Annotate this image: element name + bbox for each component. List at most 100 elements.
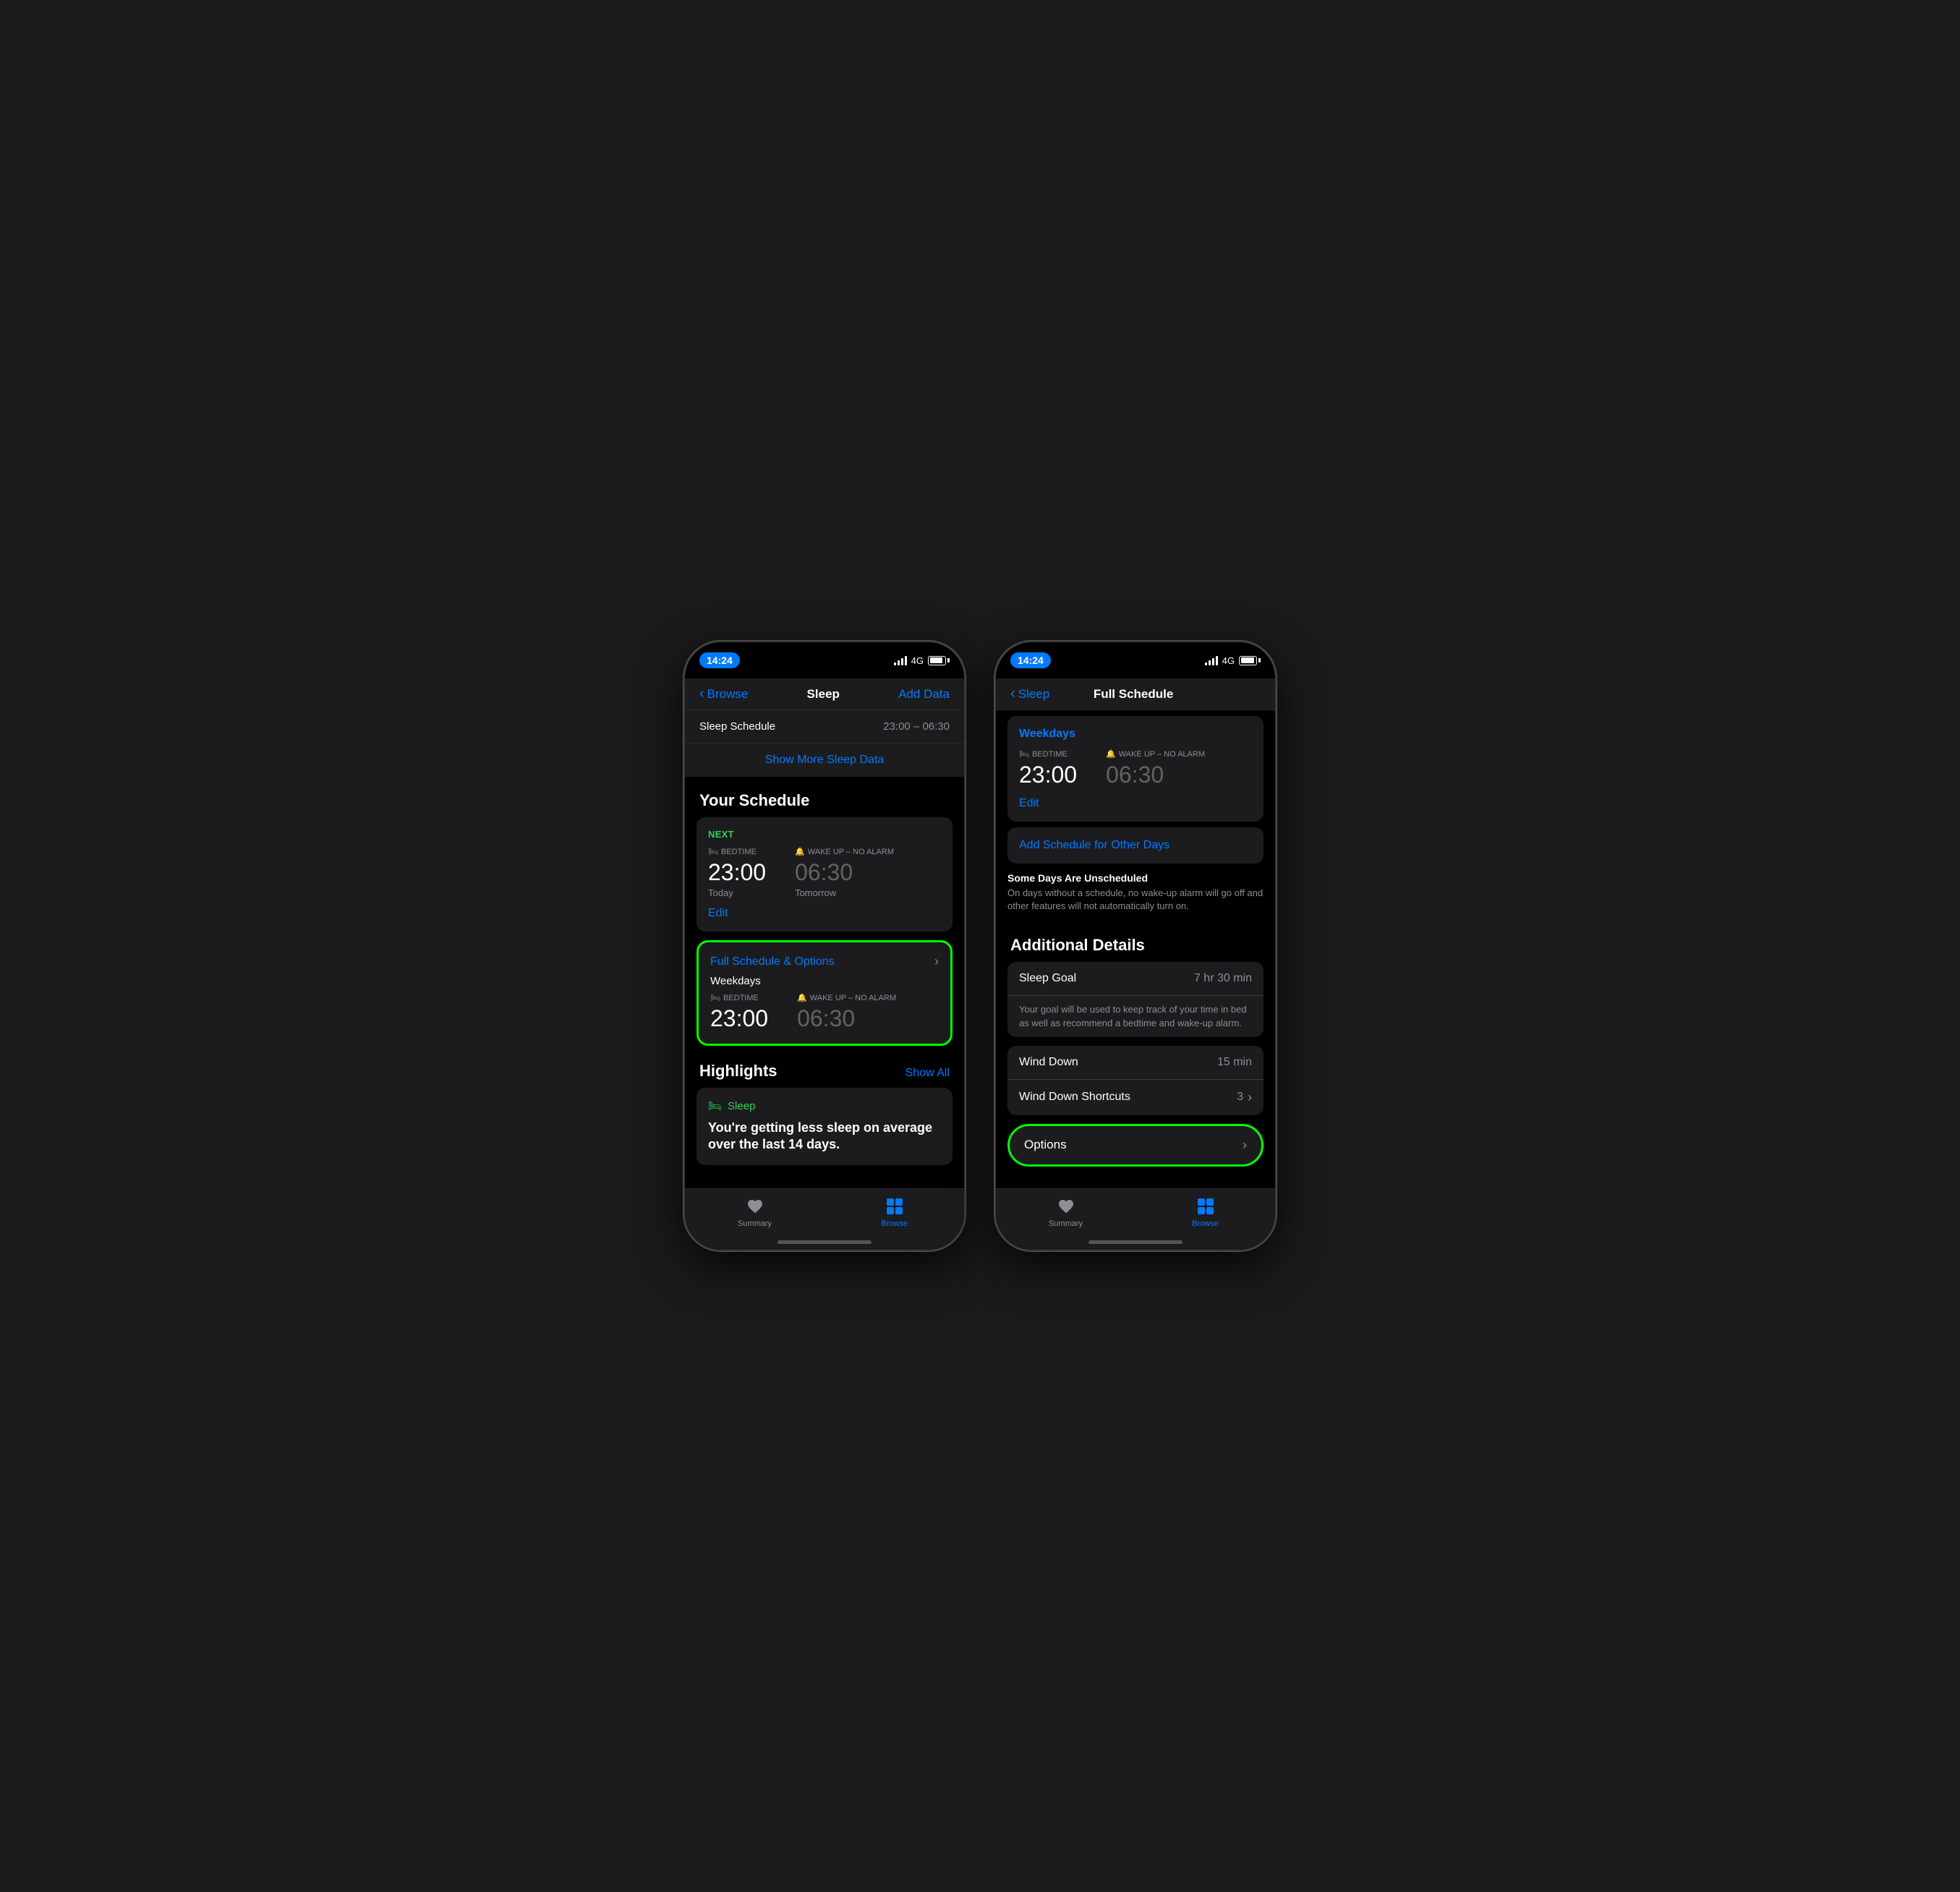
- right-edit-button[interactable]: Edit: [1019, 797, 1252, 810]
- full-alarm-icon: 🔔: [797, 993, 807, 1002]
- next-schedule-card: Next 🛏 BEDTIME 23:00 Today: [696, 817, 953, 932]
- sleep-card-bed-icon: 🛏: [708, 1099, 722, 1112]
- show-more-button[interactable]: Show More Sleep Data: [685, 743, 964, 777]
- right-alarm-icon: 🔔: [1106, 749, 1116, 759]
- wind-down-item[interactable]: Wind Down 15 min: [1007, 1046, 1264, 1080]
- bedtime-day: Today: [708, 887, 766, 898]
- shortcuts-chevron-icon: ›: [1248, 1090, 1252, 1105]
- sleep-icon-label: 🛏 Sleep: [708, 1099, 941, 1112]
- right-schedule-row: 🛏 BEDTIME 23:00 🔔 WAKE UP – NO ALARM: [1019, 749, 1252, 788]
- full-bedtime-sublabel: 🛏 BEDTIME: [710, 993, 768, 1002]
- left-nav-bar: ‹ Browse Sleep Add Data: [685, 678, 964, 710]
- full-wakeup-value: 06:30: [797, 1005, 896, 1032]
- notch: [770, 642, 879, 664]
- right-network: 4G: [1222, 655, 1235, 666]
- right-back-button[interactable]: ‹ Sleep: [1010, 686, 1049, 702]
- sleep-goal-group: Sleep Goal 7 hr 30 min Your goal will be…: [1007, 962, 1264, 1036]
- heart-icon: [745, 1196, 765, 1216]
- back-chevron-icon: ‹: [699, 686, 704, 702]
- schedule-times-row: 🛏 BEDTIME 23:00 Today 🔔 WAKE UP – NO ALA…: [708, 847, 941, 898]
- left-browse-tab[interactable]: Browse: [825, 1196, 964, 1228]
- options-chevron-icon: ›: [1243, 1138, 1247, 1153]
- sleep-goal-value: 7 hr 30 min: [1194, 972, 1252, 985]
- wind-down-value: 15 min: [1217, 1056, 1252, 1069]
- right-phone: 14:24 4G: [994, 641, 1277, 1251]
- full-schedule-times: 🛏 BEDTIME 23:00 🔔 WAKE UP – NO ALARM: [710, 993, 939, 1032]
- bedtime-sublabel: 🛏 BEDTIME: [708, 847, 766, 856]
- right-back-label: Sleep: [1018, 687, 1049, 702]
- add-schedule-label: Add Schedule for Other Days: [1019, 839, 1169, 852]
- right-browse-icon: [1196, 1196, 1216, 1216]
- full-bedtime-col: 🛏 BEDTIME 23:00: [710, 993, 768, 1032]
- weekdays-title: Weekdays: [1019, 728, 1252, 741]
- battery-tip: [947, 658, 950, 662]
- wakeup-col: 🔔 WAKE UP – NO ALARM 06:30 Tomorrow: [795, 847, 894, 898]
- left-edit-button[interactable]: Edit: [708, 907, 941, 920]
- full-wakeup-sublabel: 🔔 WAKE UP – NO ALARM: [797, 993, 896, 1002]
- unscheduled-desc: On days without a schedule, no wake-up a…: [1007, 887, 1264, 913]
- wind-down-shortcuts-item[interactable]: Wind Down Shortcuts 3 ›: [1007, 1080, 1264, 1115]
- browse-icon: [885, 1196, 905, 1216]
- full-wakeup-col: 🔔 WAKE UP – NO ALARM 06:30: [797, 993, 896, 1032]
- left-browse-label: Browse: [881, 1219, 908, 1228]
- r-signal-bar-3: [1212, 658, 1214, 665]
- right-notch: [1081, 642, 1190, 664]
- wakeup-day: Tomorrow: [795, 887, 894, 898]
- show-all-button[interactable]: Show All: [906, 1067, 950, 1080]
- sleep-goal-item[interactable]: Sleep Goal 7 hr 30 min: [1007, 962, 1264, 996]
- weekdays-card: Weekdays 🛏 BEDTIME 23:00: [1007, 716, 1264, 822]
- left-add-data-button[interactable]: Add Data: [898, 687, 950, 702]
- right-summary-tab[interactable]: Summary: [996, 1196, 1135, 1228]
- full-schedule-card[interactable]: Full Schedule & Options › Weekdays 🛏 BED…: [696, 940, 953, 1046]
- left-back-button[interactable]: ‹ Browse: [699, 686, 748, 702]
- sleep-highlight-card: 🛏 Sleep You're getting less sleep on ave…: [696, 1088, 953, 1165]
- signal-bar-3: [901, 658, 903, 665]
- right-wakeup-sublabel: 🔔 WAKE UP – NO ALARM: [1106, 749, 1205, 759]
- shortcuts-value: 3: [1237, 1091, 1243, 1104]
- right-browse-tab[interactable]: Browse: [1135, 1196, 1275, 1228]
- right-bedtime-sublabel: 🛏 BEDTIME: [1019, 749, 1077, 759]
- bed-icon: 🛏: [708, 847, 718, 856]
- right-battery: [1239, 656, 1261, 665]
- options-button[interactable]: Options ›: [1007, 1124, 1264, 1167]
- left-phone: 14:24 4G: [683, 641, 966, 1251]
- unscheduled-title: Some Days Are Unscheduled: [1007, 872, 1264, 884]
- r-signal-bar-1: [1205, 662, 1207, 665]
- right-wakeup-value: 06:30: [1106, 762, 1205, 788]
- r-signal-bar-2: [1209, 660, 1211, 665]
- r-battery-tip: [1258, 658, 1261, 662]
- right-status-bar: 14:24 4G: [996, 642, 1275, 678]
- sleep-schedule-time: 23:00 – 06:30: [883, 720, 950, 733]
- left-signal: [894, 655, 907, 665]
- signal-bar-1: [894, 662, 896, 665]
- left-summary-tab[interactable]: Summary: [685, 1196, 825, 1228]
- left-summary-label: Summary: [738, 1219, 772, 1228]
- bedtime-col: 🛏 BEDTIME 23:00 Today: [708, 847, 766, 898]
- wind-down-group: Wind Down 15 min Wind Down Shortcuts 3 ›: [1007, 1046, 1264, 1115]
- sleep-goal-desc: Your goal will be used to keep track of …: [1019, 1003, 1252, 1029]
- highlights-title: Highlights: [699, 1062, 777, 1081]
- sleep-goal-desc-item: Your goal will be used to keep track of …: [1007, 996, 1264, 1036]
- bedtime-value: 23:00: [708, 859, 766, 886]
- your-schedule-header: Your Schedule: [685, 777, 964, 817]
- left-back-label: Browse: [707, 687, 749, 702]
- shortcuts-value-row: 3 ›: [1237, 1090, 1252, 1105]
- battery-body: [928, 656, 946, 665]
- battery-fill: [930, 657, 942, 663]
- full-schedule-link[interactable]: Full Schedule & Options: [710, 955, 835, 968]
- right-browse-label: Browse: [1192, 1219, 1219, 1228]
- left-network: 4G: [911, 655, 924, 666]
- wind-down-label: Wind Down: [1019, 1056, 1078, 1069]
- sleep-highlight-text: You're getting less sleep on average ove…: [708, 1120, 941, 1154]
- signal-bar-4: [905, 656, 907, 665]
- full-bed-icon: 🛏: [710, 993, 720, 1002]
- left-battery: [928, 656, 950, 665]
- right-nav-bar: ‹ Sleep Full Schedule: [996, 678, 1275, 710]
- alarm-icon: 🔔: [795, 847, 805, 856]
- signal-bar-2: [898, 660, 900, 665]
- add-schedule-button[interactable]: Add Schedule for Other Days: [1007, 827, 1264, 864]
- full-schedule-weekdays-label: Weekdays: [710, 975, 939, 987]
- options-label: Options: [1024, 1138, 1067, 1152]
- full-schedule-chevron-icon: ›: [934, 954, 939, 969]
- left-status-bar: 14:24 4G: [685, 642, 964, 678]
